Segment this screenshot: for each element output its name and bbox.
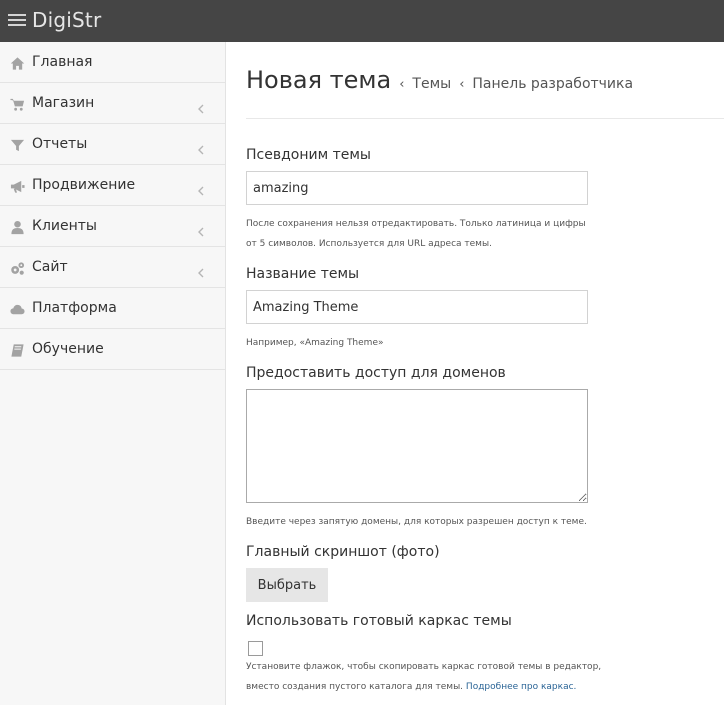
sidebar-item-label: Отчеты — [32, 136, 88, 152]
cloud-icon — [9, 301, 25, 317]
domains-label: Предоставить доступ для доменов — [246, 365, 506, 381]
sidebar-item-label: Клиенты — [32, 218, 97, 234]
main-content: Новая тема ‹ Темы ‹ Панель разработчика … — [227, 42, 724, 705]
sidebar-item-promotion[interactable]: Продвижение — [0, 165, 225, 206]
theme-name-help: Например, «Amazing Theme» — [246, 338, 384, 348]
sidebar-item-label: Платформа — [32, 300, 117, 316]
breadcrumb-themes[interactable]: Темы — [412, 76, 451, 92]
theme-name-input[interactable] — [246, 290, 588, 324]
sidebar-item-label: Обучение — [32, 341, 104, 357]
skeleton-help-text: вместо создания пустого каталога для тем… — [246, 682, 464, 692]
top-bar: DigiStr — [0, 0, 724, 42]
alias-label: Псевдоним темы — [246, 147, 371, 163]
chevron-left-icon — [197, 181, 205, 196]
skeleton-help-line1: Установите флажок, чтобы скопировать кар… — [246, 662, 602, 672]
theme-name-label: Название темы — [246, 266, 360, 282]
skeleton-more-link[interactable]: Подробнее про каркас. — [466, 682, 576, 692]
chevron-left-icon — [197, 140, 205, 155]
breadcrumb-separator: ‹ — [459, 77, 465, 92]
page-title: Новая тема — [246, 66, 392, 94]
header-divider — [246, 118, 724, 119]
sidebar-item-shop[interactable]: Магазин — [0, 83, 225, 124]
alias-help-line2: от 5 символов. Используется для URL адре… — [246, 239, 492, 249]
filter-icon — [9, 137, 25, 153]
breadcrumb-developer-panel[interactable]: Панель разработчика — [472, 76, 633, 92]
sidebar-item-home[interactable]: Главная — [0, 42, 225, 83]
book-icon — [9, 342, 25, 358]
chevron-left-icon — [197, 263, 205, 278]
alias-input[interactable] — [246, 171, 588, 205]
sidebar-item-label: Главная — [32, 54, 93, 70]
alias-help-line1: После сохранения нельзя отредактировать.… — [246, 219, 586, 229]
home-icon — [9, 55, 25, 71]
sidebar-item-clients[interactable]: Клиенты — [0, 206, 225, 247]
sidebar-item-reports[interactable]: Отчеты — [0, 124, 225, 165]
domains-textarea[interactable] — [246, 389, 588, 503]
domains-help: Введите через запятую домены, для которы… — [246, 517, 587, 527]
app-logo[interactable]: DigiStr — [32, 8, 101, 32]
skeleton-label: Использовать готовый каркас темы — [246, 613, 512, 629]
breadcrumb-separator: ‹ — [399, 77, 405, 92]
skeleton-help-line2: вместо создания пустого каталога для тем… — [246, 677, 576, 697]
sidebar: Главная Магазин Отчеты Продвижение Клиен… — [0, 42, 226, 705]
sidebar-item-platform[interactable]: Платформа — [0, 288, 225, 329]
sidebar-item-label: Продвижение — [32, 177, 136, 193]
user-icon — [9, 219, 25, 235]
cart-icon — [9, 96, 25, 112]
sidebar-item-label: Магазин — [32, 95, 95, 111]
choose-screenshot-button[interactable]: Выбрать — [246, 568, 328, 602]
page-header: Новая тема ‹ Темы ‹ Панель разработчика — [246, 66, 633, 102]
megaphone-icon — [9, 178, 25, 194]
chevron-left-icon — [197, 99, 205, 114]
screenshot-label: Главный скриншот (фото) — [246, 544, 440, 560]
skeleton-checkbox[interactable] — [248, 641, 263, 656]
sidebar-item-learning[interactable]: Обучение — [0, 329, 225, 370]
chevron-left-icon — [197, 222, 205, 237]
sidebar-item-label: Сайт — [32, 259, 68, 275]
gears-icon — [9, 260, 25, 276]
sidebar-item-site[interactable]: Сайт — [0, 247, 225, 288]
hamburger-menu-icon[interactable] — [8, 12, 28, 30]
